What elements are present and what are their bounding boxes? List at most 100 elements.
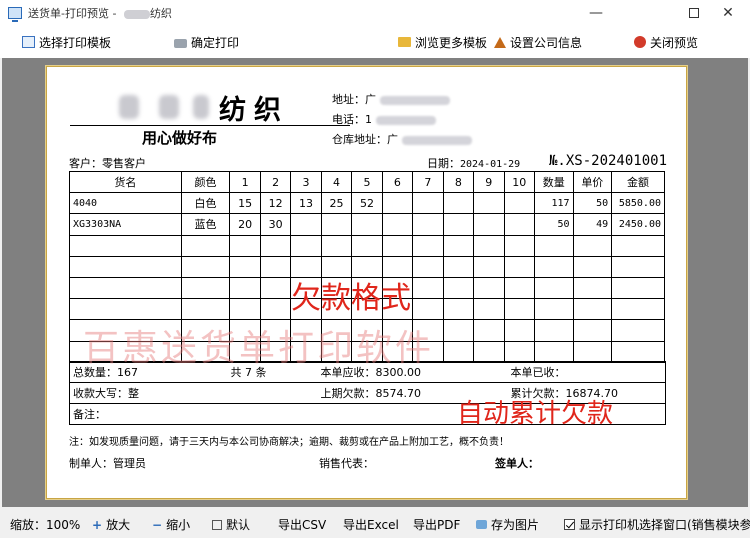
- table-cell: [611, 298, 665, 321]
- table-cell: 52: [351, 192, 383, 215]
- phone-value: 1: [365, 113, 372, 126]
- column-header: 3: [290, 170, 322, 194]
- show-printer-dialog-checkbox[interactable]: 显示打印机选择窗口(销售模块参数: [564, 516, 750, 533]
- table-cell: [473, 319, 505, 342]
- blurred-title-part: [123, 9, 150, 19]
- status-bar: 缩放：100% + 放大 − 缩小 默认 导出CSV 导出Excel 导出PDF 存…: [0, 507, 750, 538]
- table-cell: [611, 234, 665, 257]
- column-header: 7: [412, 170, 444, 194]
- plus-icon: +: [92, 517, 103, 532]
- table-cell: [381, 192, 414, 215]
- image-icon: [476, 520, 487, 529]
- table-cell: [611, 340, 665, 363]
- confirm-print-button[interactable]: 确定打印: [174, 33, 239, 51]
- table-cell: [442, 298, 475, 321]
- address-value: 广: [365, 93, 376, 106]
- warehouse-value: 广: [387, 133, 398, 146]
- print-preview-area[interactable]: 纺织 用心做好布 地址：广 电话：1 仓库地址：广 客户：零售客户 日期：202…: [2, 58, 748, 507]
- table-cell: [533, 255, 574, 278]
- column-header: 数量: [533, 170, 574, 194]
- select-template-button[interactable]: 选择打印模板: [22, 33, 111, 51]
- zoom-out-button[interactable]: − 缩小: [152, 516, 190, 533]
- minimize-button[interactable]: —: [574, 0, 618, 26]
- default-zoom-button[interactable]: 默认: [212, 516, 250, 533]
- table-cell: [572, 319, 613, 342]
- table-cell: [69, 298, 182, 321]
- zoom-in-label: 放大: [106, 518, 131, 532]
- customer-line: 客户：零售客户: [69, 155, 146, 171]
- table-cell: [442, 192, 475, 215]
- minimize-icon: —: [589, 5, 603, 21]
- date-value: 2024-01-29: [460, 159, 521, 170]
- table-row: XG3303NA 蓝色 20 30 50 49 2450.00: [69, 213, 665, 236]
- table-cell: [572, 276, 613, 300]
- phone-label: 电话：: [332, 113, 365, 126]
- customer-label: 客户：: [69, 157, 102, 170]
- watermark-text: 百惠送货单打印软件: [83, 328, 435, 369]
- table-header-row: 货名 颜色 1 2 3 4 5 6 7 8 9 10 数量 单价 金额: [69, 170, 665, 194]
- zoom-in-button[interactable]: + 放大: [92, 516, 130, 533]
- column-header: 5: [351, 170, 383, 194]
- table-cell: [572, 234, 613, 257]
- column-header: 8: [442, 170, 475, 194]
- table-cell: [503, 255, 535, 278]
- table-cell: 25: [320, 192, 353, 215]
- maker: 制单人：管理员: [69, 457, 146, 470]
- column-header: 6: [381, 170, 414, 194]
- table-cell: [412, 192, 444, 215]
- table-cell: 5850.00: [611, 192, 665, 215]
- table-cell: [442, 213, 475, 236]
- table-cell: [412, 298, 444, 321]
- export-excel-button[interactable]: 导出Excel: [343, 516, 399, 533]
- table-cell: [503, 213, 535, 236]
- browse-templates-button[interactable]: 浏览更多模板: [398, 33, 487, 51]
- table-cell: 20: [229, 213, 261, 236]
- blurred-company-char-3: [193, 95, 209, 119]
- header-divider: [70, 125, 350, 126]
- table-cell: [533, 319, 574, 342]
- column-header: 10: [503, 170, 535, 194]
- company-name: 纺织: [219, 95, 289, 126]
- blurred-address: [379, 95, 450, 105]
- minus-icon: −: [152, 517, 163, 532]
- company-slogan: 用心做好布: [142, 129, 218, 147]
- zoom-level: 缩放：100%: [10, 518, 81, 532]
- column-header: 货名: [69, 170, 182, 194]
- save-image-button[interactable]: 存为图片: [476, 516, 539, 533]
- table-cell: 49: [572, 213, 613, 236]
- table-cell: [69, 276, 182, 300]
- browse-templates-label: 浏览更多模板: [415, 35, 488, 50]
- table-cell: [503, 234, 535, 257]
- table-cell: [69, 234, 182, 257]
- table-cell: [381, 234, 414, 257]
- toolbar: 选择打印模板 确定打印 浏览更多模板 设置公司信息 关闭预览: [0, 26, 750, 58]
- close-preview-button[interactable]: 关闭预览: [634, 33, 698, 51]
- template-icon: [22, 36, 35, 48]
- table-cell: [503, 192, 535, 215]
- export-pdf-button[interactable]: 导出PDF: [413, 516, 460, 533]
- table-cell: [180, 234, 231, 257]
- table-cell: [320, 213, 353, 236]
- table-cell: 50: [572, 192, 613, 215]
- table-cell: [533, 298, 574, 321]
- blurred-phone: [375, 115, 436, 125]
- table-cell: [259, 234, 292, 257]
- close-window-button[interactable]: ✕: [706, 0, 750, 26]
- table-cell: 117: [533, 192, 574, 215]
- table-cell: [503, 298, 535, 321]
- address-label: 地址：: [332, 93, 365, 106]
- table-cell: [412, 213, 444, 236]
- company-settings-button[interactable]: 设置公司信息: [494, 33, 582, 51]
- export-csv-button[interactable]: 导出CSV: [278, 516, 326, 533]
- table-cell: [412, 234, 444, 257]
- table-cell: [229, 255, 261, 278]
- phone-line: 电话：1: [332, 111, 436, 127]
- table-cell: [442, 340, 475, 363]
- table-cell: [180, 255, 231, 278]
- table-cell: [229, 298, 261, 321]
- date-line: 日期：2024-01-29: [427, 155, 520, 171]
- table-cell: [412, 276, 444, 300]
- table-cell: 4040: [69, 192, 182, 215]
- table-cell: [320, 234, 353, 257]
- window-title: 送货单-打印预览 - 纺织: [28, 5, 172, 21]
